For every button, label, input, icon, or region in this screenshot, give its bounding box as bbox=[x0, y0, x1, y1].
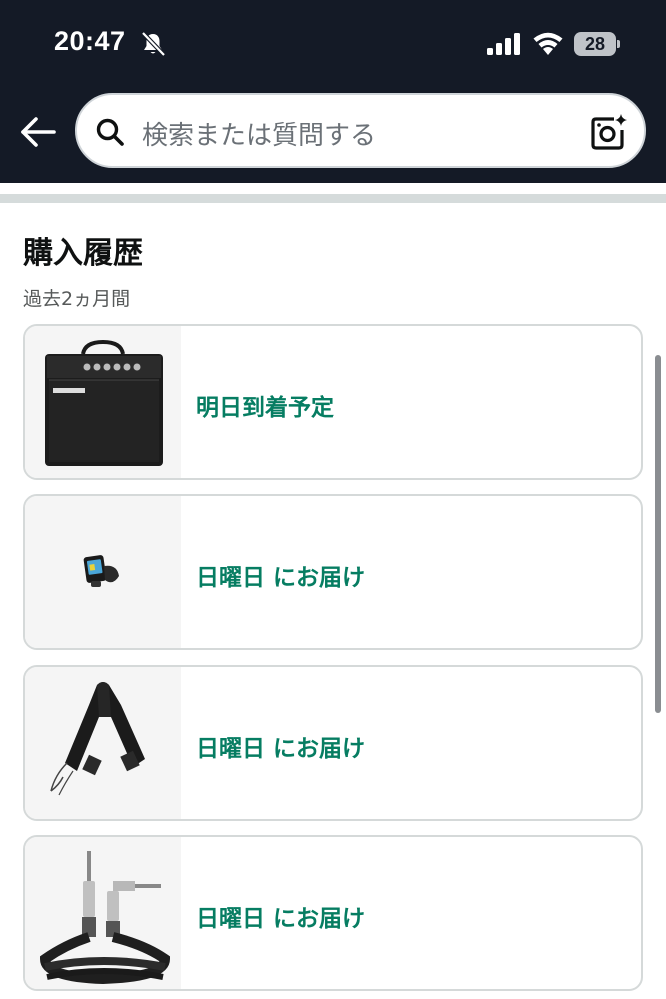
order-card[interactable]: 日曜日 にお届け bbox=[23, 835, 643, 991]
search-input[interactable]: 検索または質問する bbox=[75, 93, 646, 168]
search-placeholder: 検索または質問する bbox=[142, 121, 377, 151]
wifi-icon bbox=[533, 32, 563, 55]
purchase-history-subtitle: 過去2ヵ月間 bbox=[23, 288, 131, 310]
order-card[interactable]: 日曜日 にお届け bbox=[23, 494, 643, 650]
camera-sparkle-icon[interactable] bbox=[590, 113, 628, 151]
delivery-status: 日曜日 にお届け bbox=[196, 906, 366, 932]
delivery-status: 明日到着予定 bbox=[196, 395, 334, 421]
order-card[interactable]: 日曜日 にお届け bbox=[23, 665, 643, 821]
section-divider bbox=[0, 194, 666, 203]
delivery-status: 日曜日 にお届け bbox=[196, 565, 366, 591]
back-arrow-icon[interactable] bbox=[18, 112, 58, 152]
search-icon bbox=[96, 118, 124, 146]
product-image-guitar-amplifier bbox=[25, 326, 181, 478]
delivery-status: 日曜日 にお届け bbox=[196, 736, 366, 762]
product-image-guitar-strap bbox=[25, 667, 181, 819]
scrollbar[interactable] bbox=[655, 355, 661, 713]
product-image-instrument-cable bbox=[25, 837, 181, 989]
product-image-clip-on-tuner bbox=[25, 496, 181, 648]
battery-level: 28 bbox=[584, 34, 606, 54]
order-card[interactable]: 明日到着予定 bbox=[23, 324, 643, 480]
battery-icon: 28 bbox=[574, 32, 620, 56]
top-bar: 20:47 28 検索または質問する bbox=[0, 0, 666, 183]
status-time: 20:47 bbox=[54, 26, 126, 56]
cellular-signal-icon bbox=[487, 33, 520, 55]
bell-slash-icon bbox=[141, 31, 166, 57]
purchase-history-title: 購入履歴 bbox=[23, 236, 143, 271]
